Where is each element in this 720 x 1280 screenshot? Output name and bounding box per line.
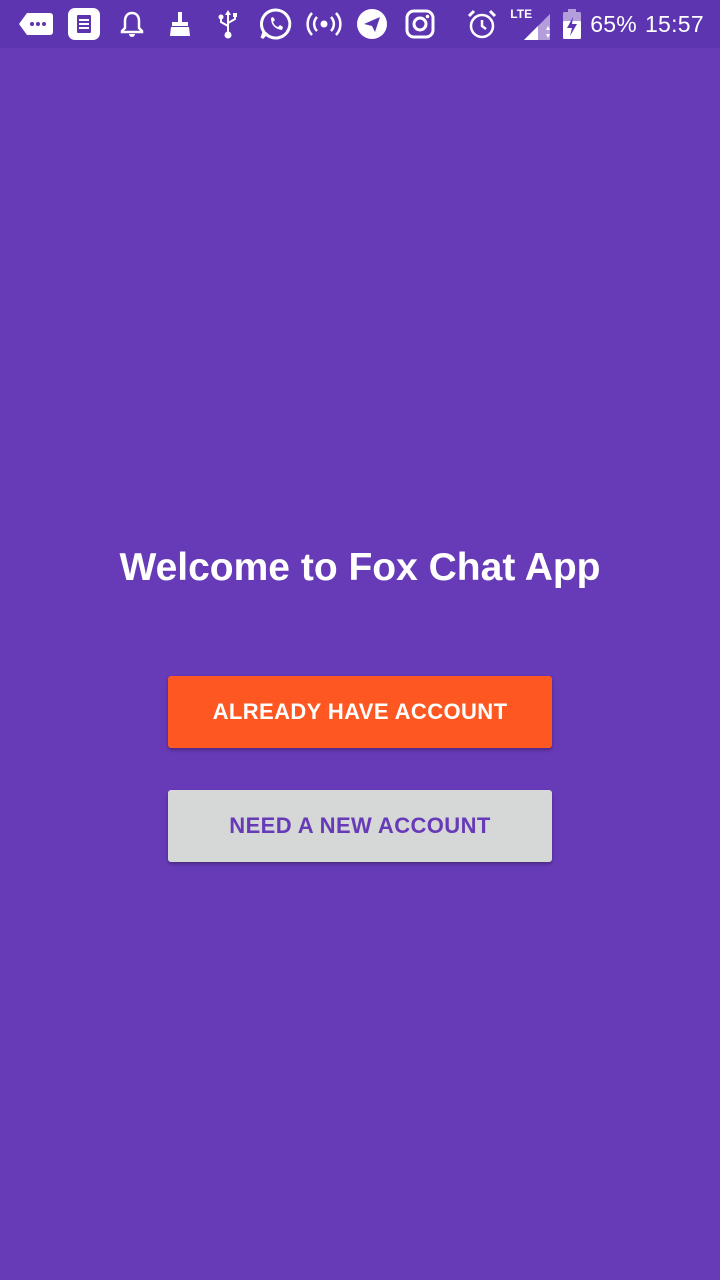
cleaner-broom-icon: [162, 6, 198, 42]
usb-icon: [210, 6, 246, 42]
battery-percentage: 65%: [590, 10, 637, 37]
whatsapp-icon: [258, 6, 294, 42]
notification-bell-icon: [114, 6, 150, 42]
welcome-screen: Welcome to Fox Chat App ALREADY HAVE ACC…: [0, 48, 720, 1280]
calendar-icon: [66, 6, 102, 42]
status-bar-system: LTE 65% 15:57: [464, 6, 704, 42]
already-have-account-button[interactable]: ALREADY HAVE ACCOUNT: [168, 676, 552, 748]
more-apps-icon: [18, 6, 54, 42]
hotspot-broadcast-icon: [306, 6, 342, 42]
battery-charging-icon: [560, 6, 584, 42]
status-bar-notifications: [18, 6, 450, 42]
telegram-icon: [354, 6, 390, 42]
alarm-icon: [464, 6, 500, 42]
network-type-label: LTE: [510, 7, 533, 21]
status-clock: 15:57: [644, 10, 704, 37]
welcome-title: Welcome to Fox Chat App: [119, 546, 601, 589]
need-new-account-button[interactable]: NEED A NEW ACCOUNT: [168, 790, 552, 862]
instagram-icon: [402, 6, 438, 42]
status-bar: LTE 65% 15:57: [0, 0, 720, 48]
lte-signal-icon: LTE: [508, 6, 552, 42]
